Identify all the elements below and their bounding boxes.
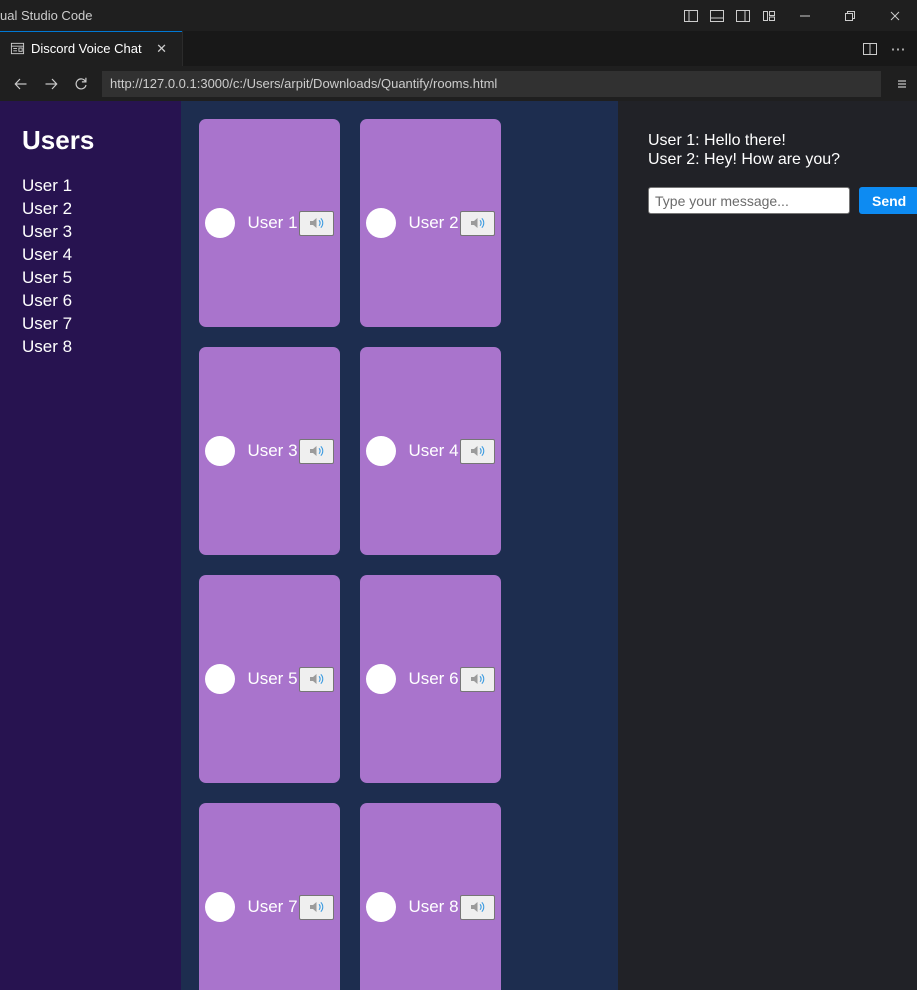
tab-close-icon[interactable]: ✕ [152,39,172,59]
card-user-name: User 8 [408,897,459,916]
speaker-icon[interactable] [459,666,495,692]
card-content: User 7 [205,892,334,922]
toggle-panel-icon[interactable] [704,3,730,29]
card-content: User 1 [205,208,334,238]
sidebar-item-user-3[interactable]: User 3 [22,220,181,243]
card-user-name: User 6 [408,669,459,688]
users-sidebar: Users User 1 User 2 User 3 User 4 User 5… [0,101,181,990]
card-user-name: User 4 [408,441,459,460]
speaker-icon[interactable] [298,894,334,920]
sidebar-item-user-6[interactable]: User 6 [22,289,181,312]
chat-compose-row: Send [648,187,917,214]
customize-layout-icon[interactable] [756,3,782,29]
sidebar-item-user-4[interactable]: User 4 [22,243,181,266]
sidebar-item-user-1[interactable]: User 1 [22,174,181,197]
back-button[interactable] [6,71,36,97]
rooms-grid: User 1 User 2 User 3 User 4 User 5 User … [181,101,618,990]
toggle-secondary-sidebar-icon[interactable] [730,3,756,29]
sidebar-heading: Users [22,125,95,155]
user-list: User 1 User 2 User 3 User 4 User 5 User … [22,174,181,358]
tab-label: Discord Voice Chat [31,41,142,56]
user-card[interactable]: User 5 [199,575,340,783]
speaker-icon[interactable] [298,666,334,692]
more-actions-icon[interactable]: ⋯ [885,36,911,62]
toggle-primary-sidebar-icon[interactable] [678,3,704,29]
chat-message: User 1: Hello there! [648,132,786,149]
more-menu-icon[interactable] [889,69,915,99]
user-card[interactable]: User 7 [199,803,340,990]
tab-discord-voice-chat[interactable]: Discord Voice Chat ✕ [0,31,183,66]
sidebar-item-user-2[interactable]: User 2 [22,197,181,220]
card-user-name: User 3 [247,441,298,460]
user-card[interactable]: User 4 [360,347,501,555]
card-content: User 4 [366,436,495,466]
user-card[interactable]: User 1 [199,119,340,327]
avatar [205,436,236,466]
simple-browser-icon [9,41,25,57]
avatar [366,208,397,238]
editor-tab-strip: Discord Voice Chat ✕ ⋯ [0,31,917,66]
avatar [366,664,397,694]
card-content: User 5 [205,664,334,694]
speaker-icon[interactable] [459,210,495,236]
chat-panel: User 1: Hello there! User 2: Hey! How ar… [618,101,917,990]
sidebar-item-user-8[interactable]: User 8 [22,335,181,358]
url-input[interactable] [102,70,881,97]
card-content: User 8 [366,892,495,922]
avatar [205,664,236,694]
speaker-icon[interactable] [459,438,495,464]
card-content: User 2 [366,208,495,238]
user-card[interactable]: User 3 [199,347,340,555]
web-page-viewport: Users User 1 User 2 User 3 User 4 User 5… [0,101,917,990]
user-card[interactable]: User 2 [360,119,501,327]
window-title: ual Studio Code [0,8,93,23]
forward-button[interactable] [36,71,66,97]
card-content: User 3 [205,436,334,466]
window-title-bar: ual Studio Code [0,0,917,31]
speaker-icon[interactable] [298,438,334,464]
editor-actions: ⋯ [857,31,917,66]
card-user-name: User 5 [247,669,298,688]
card-user-name: User 2 [408,213,459,232]
close-button[interactable] [872,0,917,31]
chat-messages: User 1: Hello there! User 2: Hey! How ar… [648,131,917,169]
restore-button[interactable] [827,0,872,31]
sidebar-item-user-7[interactable]: User 7 [22,312,181,335]
reload-button[interactable] [66,71,96,97]
chat-message: User 2: Hey! How are you? [648,151,841,168]
avatar [205,892,236,922]
tab-strip-spacer [183,31,857,66]
speaker-icon[interactable] [459,894,495,920]
card-user-name: User 7 [247,897,298,916]
user-card[interactable]: User 6 [360,575,501,783]
avatar [366,436,397,466]
avatar [205,208,236,238]
chat-message-input[interactable] [648,187,850,214]
sidebar-item-user-5[interactable]: User 5 [22,266,181,289]
browser-toolbar [0,66,917,101]
split-editor-icon[interactable] [857,36,883,62]
avatar [366,892,397,922]
send-button[interactable]: Send [859,187,917,214]
user-card[interactable]: User 8 [360,803,501,990]
card-user-name: User 1 [247,213,298,232]
minimize-button[interactable] [782,0,827,31]
layout-controls [678,3,782,29]
card-content: User 6 [366,664,495,694]
speaker-icon[interactable] [298,210,334,236]
